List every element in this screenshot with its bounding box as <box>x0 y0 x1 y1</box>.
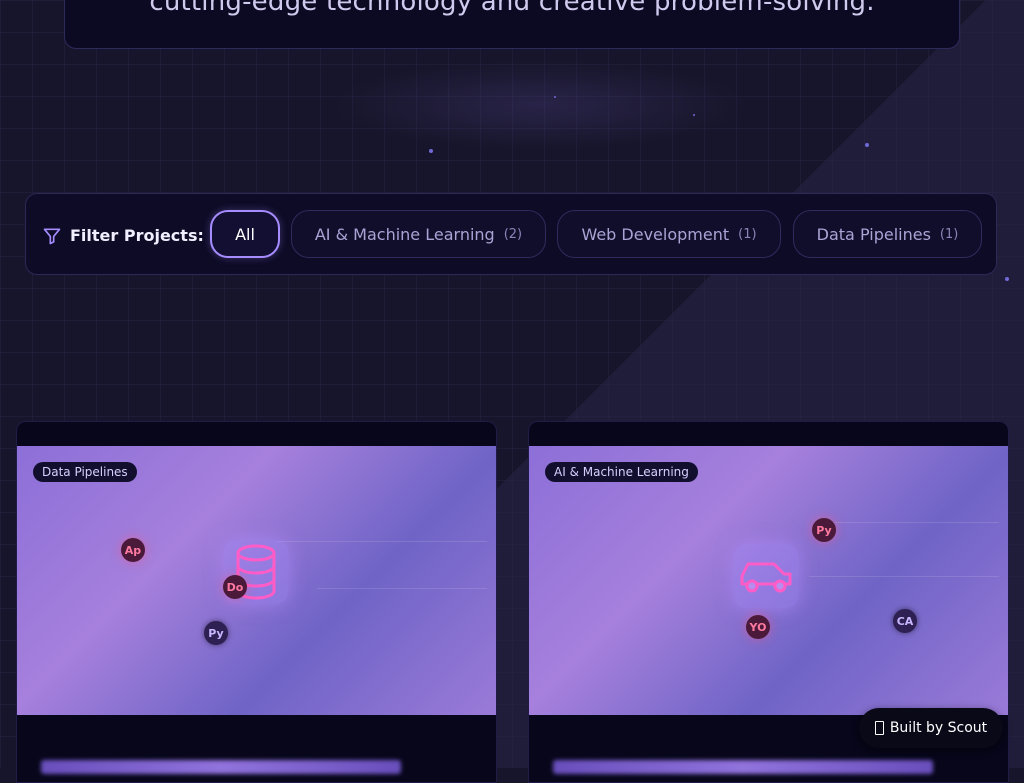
filter-option-label: Web Development <box>581 224 730 244</box>
filter-ai-ml-button[interactable]: AI & Machine Learning (2) <box>291 210 546 258</box>
built-by-scout-button[interactable]: Built by Scout <box>859 708 1003 748</box>
filter-icon <box>43 228 61 245</box>
category-badge: AI & Machine Learning <box>545 462 698 482</box>
star-dot <box>693 114 695 116</box>
filter-option-count: (1) <box>939 226 959 242</box>
decor-line <box>277 541 487 542</box>
project-image: AI & Machine Learning Py YO CA <box>529 446 1008 715</box>
category-badge: Data Pipelines <box>33 462 137 482</box>
filter-option-label: Data Pipelines <box>816 224 931 244</box>
filter-option-label: AI & Machine Learning <box>314 224 495 244</box>
filter-bar: Filter Projects: All AI & Machine Learni… <box>25 193 997 275</box>
decor-line <box>317 588 487 589</box>
star-dot <box>429 149 433 153</box>
filter-all-button[interactable]: All <box>210 210 280 258</box>
tech-badge: Ap <box>121 538 145 562</box>
filter-data-pipelines-button[interactable]: Data Pipelines (1) <box>793 210 982 258</box>
tech-badge: YO <box>746 615 770 639</box>
star-dot <box>1005 277 1009 281</box>
decor-line <box>829 522 999 523</box>
scout-label: Built by Scout <box>889 720 988 736</box>
hero-text: cutting-edge technology and creative pro… <box>149 0 875 17</box>
star-dot <box>865 143 869 147</box>
filter-option-count: (2) <box>503 226 523 242</box>
tech-badge: Do <box>223 575 247 599</box>
tech-badge: Py <box>812 518 836 542</box>
tech-badge: CA <box>893 609 917 633</box>
background-glow <box>330 60 750 150</box>
tech-badge: Py <box>204 621 228 645</box>
project-card[interactable]: Data Pipelines Ap Do Py <box>16 421 497 783</box>
filter-label: Filter Projects: <box>70 226 204 245</box>
filter-option-count: (1) <box>738 226 757 242</box>
hero-card: cutting-edge technology and creative pro… <box>64 0 960 49</box>
filter-web-dev-button[interactable]: Web Development (1) <box>557 210 781 258</box>
star-dot <box>554 96 556 98</box>
car-icon <box>734 544 798 608</box>
decor-line <box>809 576 999 577</box>
project-image: Data Pipelines Ap Do Py <box>17 446 496 715</box>
filter-option-label: All <box>235 224 255 244</box>
project-title <box>41 760 401 774</box>
scout-icon <box>874 721 884 735</box>
project-title <box>553 760 933 774</box>
